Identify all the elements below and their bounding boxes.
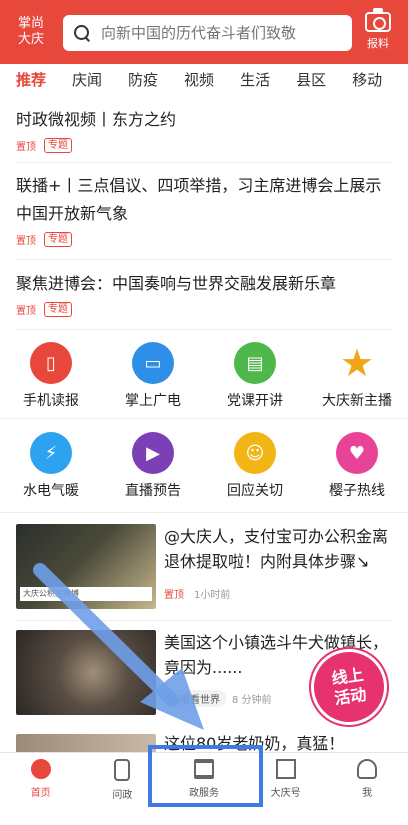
topic-badge: 专题 xyxy=(44,232,72,247)
report-label: 报料 xyxy=(367,37,389,50)
pinned-label: 置顶 xyxy=(16,236,36,247)
service-new-anchor[interactable]: ★ 大庆新主播 xyxy=(306,341,408,410)
nav-home[interactable]: 首页 xyxy=(0,753,82,807)
service-grid-row2: ⚡ 水电气暖 ▶ 直播预告 ☺ 回应关切 ♥ 樱子热线 xyxy=(0,432,408,500)
speech-icon: ☺ xyxy=(234,432,276,474)
person-icon xyxy=(357,759,378,779)
pinned-label: 置顶 xyxy=(16,306,36,317)
play-icon: ▶ xyxy=(132,432,174,474)
service-grid-row1: ▯ 手机读报 ▭ 掌上广电 ▤ 党课开讲 ★ 大庆新主播 xyxy=(0,341,408,410)
list-item[interactable]: 时政微视频丨东方之约 置顶 专题 xyxy=(16,106,392,163)
list-item[interactable]: 聚焦进博会：中国奏响与世界交融发展新乐章 置顶 专题 xyxy=(16,270,392,330)
tab-video[interactable]: 视频 xyxy=(184,69,214,90)
news-time: 1小时前 xyxy=(194,590,231,601)
topic-badge: 专题 xyxy=(44,138,72,153)
list-item[interactable]: 联播+丨三点倡议、四项举措，习主席进博会上展示中国开放新气象 置顶 专题 xyxy=(16,172,392,260)
highlight-box xyxy=(148,745,263,807)
thumb-caption: 大庆公积金微博 xyxy=(20,587,152,601)
service-party-lecture[interactable]: ▤ 党课开讲 xyxy=(204,342,306,410)
search-icon xyxy=(73,24,91,42)
news-thumbnail xyxy=(16,734,156,754)
news-time: 8 分钟前 xyxy=(232,695,272,706)
phone-icon: ▯ xyxy=(30,342,72,384)
camera-icon xyxy=(365,8,391,32)
star-icon: ★ xyxy=(339,341,375,385)
news-thumbnail xyxy=(16,630,156,715)
service-response[interactable]: ☺ 回应关切 xyxy=(204,432,306,500)
tab-mobile[interactable]: 移动 xyxy=(352,69,382,90)
book-icon: ▤ xyxy=(234,342,276,384)
tab-epidemic[interactable]: 防疫 xyxy=(128,69,158,90)
service-broadcast[interactable]: ▭ 掌上广电 xyxy=(102,342,204,410)
news-title: @大庆人，支付宝可办公积金离退休提取啦！内附具体步骤↘ xyxy=(164,527,389,571)
home-globe-icon xyxy=(30,759,51,779)
report-button[interactable]: 报料 xyxy=(358,8,398,51)
pinned-label: 置顶 xyxy=(164,590,184,601)
app-logo[interactable]: 掌尚 大庆 xyxy=(4,16,58,48)
tab-life[interactable]: 生活 xyxy=(240,69,270,90)
service-newspaper[interactable]: ▯ 手机读报 xyxy=(0,342,102,410)
brand-line2: 大庆 xyxy=(17,32,44,47)
tab-recommend[interactable]: 推荐 xyxy=(16,69,46,90)
app-header: 掌尚 大庆 报料 xyxy=(0,0,408,64)
service-utilities[interactable]: ⚡ 水电气暖 xyxy=(0,432,102,500)
pinned-label: 置顶 xyxy=(16,142,36,153)
nav-me[interactable]: 我 xyxy=(326,753,408,807)
search-bar[interactable] xyxy=(63,15,352,51)
tab-local-news[interactable]: 庆闻 xyxy=(72,69,102,90)
heart-icon: ♥ xyxy=(336,432,378,474)
brand-line1: 掌尚 xyxy=(17,16,44,31)
service-hotline[interactable]: ♥ 樱子热线 xyxy=(306,432,408,500)
category-tabs: 推荐 庆闻 防疫 视频 生活 县区 移动 xyxy=(0,64,408,94)
article-title: 联播+丨三点倡议、四项举措，习主席进博会上展示中国开放新气象 xyxy=(16,176,382,223)
topic-badge: 专题 xyxy=(44,302,72,317)
water-drop-icon: ⚡ xyxy=(30,432,72,474)
article-title: 时政微视频丨东方之约 xyxy=(16,110,177,129)
tv-icon: ▭ xyxy=(132,342,174,384)
article-title: 聚焦进博会：中国奏响与世界交融发展新乐章 xyxy=(16,274,337,293)
tab-county[interactable]: 县区 xyxy=(296,69,326,90)
source-tag: 大眼看世界 xyxy=(164,690,226,707)
news-thumbnail: 大庆公积金微博 xyxy=(16,524,156,609)
service-live-preview[interactable]: ▶ 直播预告 xyxy=(102,432,204,500)
search-input[interactable] xyxy=(101,24,341,42)
news-item[interactable]: 大庆公积金微博 @大庆人，支付宝可办公积金离退休提取啦！内附具体步骤↘ 置顶 1… xyxy=(16,524,396,614)
building-icon xyxy=(275,759,296,779)
phone-ask-icon xyxy=(114,759,131,781)
